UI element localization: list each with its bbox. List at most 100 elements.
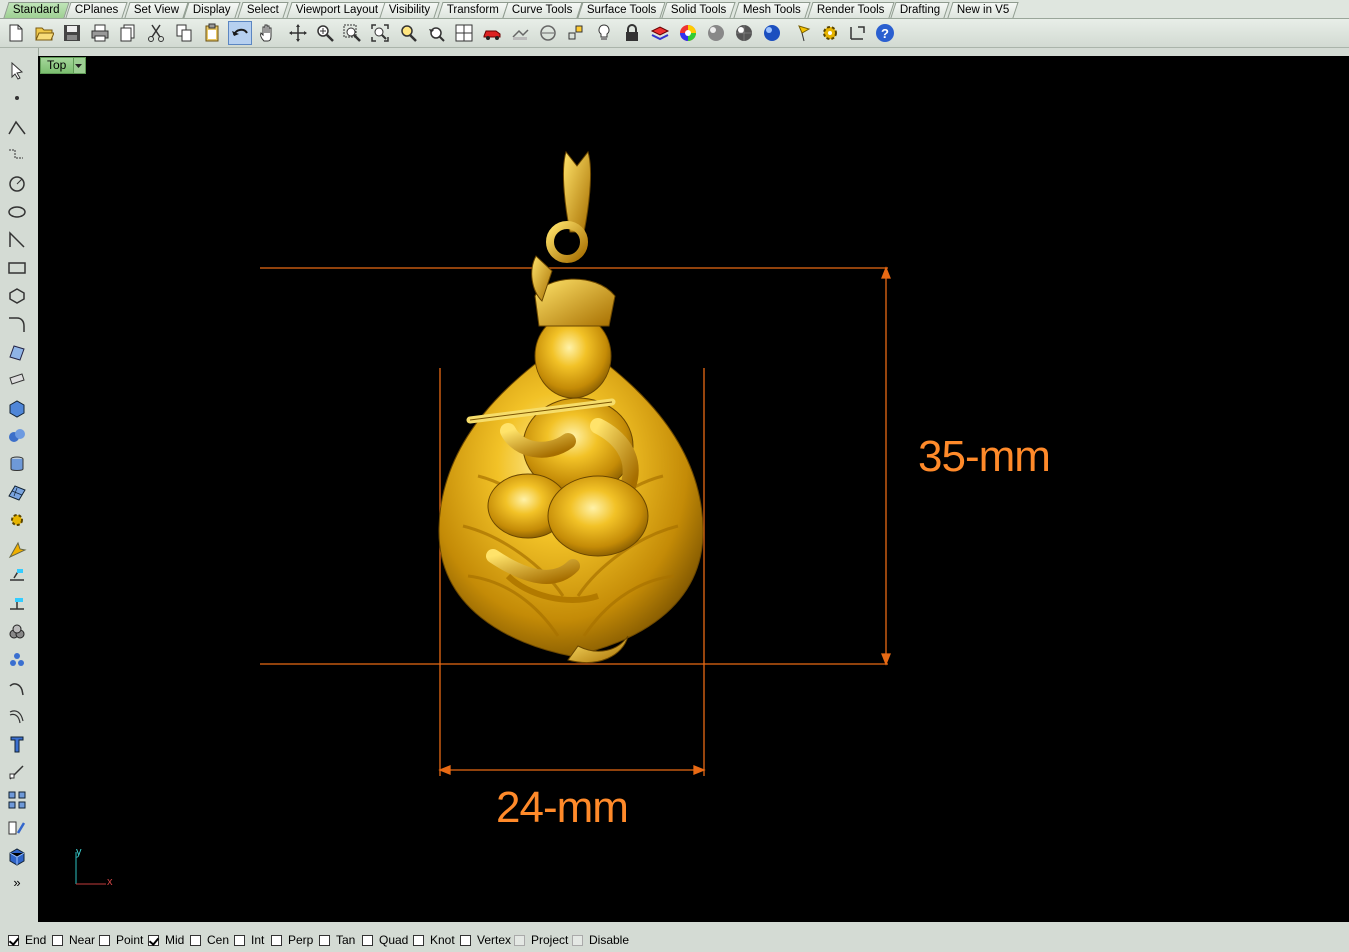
cut-icon[interactable] bbox=[144, 21, 168, 45]
polyline-icon[interactable] bbox=[5, 116, 29, 140]
osnap-tan[interactable]: Tan bbox=[319, 932, 355, 948]
tab-set-view[interactable]: Set View bbox=[124, 2, 189, 18]
color-wheel-icon[interactable] bbox=[676, 21, 700, 45]
copy-icon[interactable] bbox=[172, 21, 196, 45]
tab-cplanes[interactable]: CPlanes bbox=[65, 2, 129, 18]
edit-icon[interactable] bbox=[5, 816, 29, 840]
osnap-mid[interactable]: Mid bbox=[148, 932, 184, 948]
tab-drafting[interactable]: Drafting bbox=[890, 2, 950, 18]
osnap-end[interactable]: End bbox=[8, 932, 46, 948]
osnap-project[interactable]: Project bbox=[514, 932, 568, 948]
zoom-icon[interactable] bbox=[313, 21, 337, 45]
boolean-union-icon[interactable] bbox=[5, 424, 29, 448]
zoom-window-icon[interactable] bbox=[340, 21, 364, 45]
osnap-point[interactable]: Point bbox=[99, 932, 143, 948]
properties-icon[interactable] bbox=[508, 21, 532, 45]
rotate-view-icon[interactable] bbox=[286, 21, 310, 45]
osnap-end-checkbox[interactable] bbox=[8, 934, 19, 946]
explode-icon[interactable] bbox=[5, 648, 29, 672]
osnap-cen[interactable]: Cen bbox=[190, 932, 229, 948]
flag-icon[interactable] bbox=[792, 21, 816, 45]
transform-icon[interactable] bbox=[5, 538, 29, 562]
tab-render-tools[interactable]: Render Tools bbox=[807, 2, 895, 18]
circle-icon[interactable] bbox=[5, 172, 29, 196]
polygon-icon[interactable] bbox=[5, 284, 29, 308]
layer-icon[interactable] bbox=[648, 21, 672, 45]
arc-icon[interactable] bbox=[5, 228, 29, 252]
osnap-quad-checkbox[interactable] bbox=[362, 934, 373, 946]
paste-icon[interactable] bbox=[200, 21, 224, 45]
osnap-vertex-checkbox[interactable] bbox=[460, 934, 471, 946]
four-viewports-icon[interactable] bbox=[452, 21, 476, 45]
tab-display[interactable]: Display bbox=[183, 2, 241, 18]
point-icon[interactable] bbox=[564, 21, 588, 45]
pan-hand-icon[interactable] bbox=[256, 21, 280, 45]
split-icon[interactable] bbox=[5, 564, 29, 588]
new-file-icon[interactable] bbox=[4, 21, 28, 45]
open-folder-icon[interactable] bbox=[32, 21, 56, 45]
undo-icon[interactable] bbox=[228, 21, 252, 45]
tab-visibility[interactable]: Visibility bbox=[379, 2, 440, 18]
save-icon[interactable] bbox=[60, 21, 84, 45]
ellipse-icon[interactable] bbox=[5, 200, 29, 224]
osnap-tan-checkbox[interactable] bbox=[319, 934, 330, 946]
tab-standard[interactable]: Standard bbox=[3, 2, 70, 18]
tab-mesh-tools[interactable]: Mesh Tools bbox=[733, 2, 811, 18]
zoom-extents-icon[interactable] bbox=[368, 21, 392, 45]
print-icon[interactable] bbox=[88, 21, 112, 45]
tab-new-in-v5[interactable]: New in V5 bbox=[947, 2, 1020, 18]
viewport-menu-button[interactable] bbox=[73, 58, 85, 73]
help-icon[interactable]: ? bbox=[873, 21, 897, 45]
osnap-perp[interactable]: Perp bbox=[271, 932, 313, 948]
osnap-point-checkbox[interactable] bbox=[99, 934, 110, 946]
tab-curve-tools[interactable]: Curve Tools bbox=[502, 2, 583, 18]
mesh-icon[interactable] bbox=[5, 480, 29, 504]
dimension-icon[interactable] bbox=[846, 21, 870, 45]
viewport-title-tab[interactable]: Top bbox=[40, 57, 86, 74]
fillet-icon[interactable] bbox=[5, 312, 29, 336]
box-icon[interactable] bbox=[5, 396, 29, 420]
group-icon[interactable] bbox=[5, 620, 29, 644]
osnap-knot-checkbox[interactable] bbox=[413, 934, 424, 946]
blue-sphere-icon[interactable] bbox=[760, 21, 784, 45]
osnap-project-checkbox[interactable] bbox=[514, 934, 525, 946]
osnap-cen-checkbox[interactable] bbox=[190, 934, 201, 946]
join-curve-icon[interactable] bbox=[5, 676, 29, 700]
tab-viewport-layout[interactable]: Viewport Layout bbox=[286, 2, 388, 18]
rectangle-icon[interactable] bbox=[5, 256, 29, 280]
tab-solid-tools[interactable]: Solid Tools bbox=[661, 2, 737, 18]
snap-move-icon[interactable] bbox=[5, 760, 29, 784]
gear-tool-icon[interactable] bbox=[5, 508, 29, 532]
osnap-knot[interactable]: Knot bbox=[413, 932, 455, 948]
zoom-selected-icon[interactable] bbox=[396, 21, 420, 45]
top-viewport[interactable]: y x bbox=[38, 56, 1349, 922]
lock-icon[interactable] bbox=[620, 21, 644, 45]
osnap-disable[interactable]: Disable bbox=[572, 932, 629, 948]
render-sphere-icon[interactable] bbox=[732, 21, 756, 45]
tab-surface-tools[interactable]: Surface Tools bbox=[577, 2, 667, 18]
osnap-near-checkbox[interactable] bbox=[52, 934, 63, 946]
solid-box-icon[interactable] bbox=[5, 844, 29, 868]
shade-icon[interactable] bbox=[704, 21, 728, 45]
expand-toolbar-icon[interactable]: » bbox=[5, 870, 29, 894]
tab-transform[interactable]: Transform bbox=[437, 2, 509, 18]
osnap-near[interactable]: Near bbox=[52, 932, 95, 948]
point-tool-icon[interactable] bbox=[5, 86, 29, 110]
curve-icon[interactable] bbox=[5, 144, 29, 168]
offset-icon[interactable] bbox=[5, 704, 29, 728]
osnap-mid-checkbox[interactable] bbox=[148, 934, 159, 946]
osnap-int-checkbox[interactable] bbox=[234, 934, 245, 946]
car-icon[interactable] bbox=[480, 21, 504, 45]
tab-select[interactable]: Select bbox=[237, 2, 289, 18]
text-icon[interactable] bbox=[5, 732, 29, 756]
light-icon[interactable] bbox=[592, 21, 616, 45]
cylinder-icon[interactable] bbox=[5, 452, 29, 476]
extrude-icon[interactable] bbox=[5, 368, 29, 392]
select-arrow-icon[interactable] bbox=[5, 58, 29, 82]
surface-corner-icon[interactable] bbox=[5, 340, 29, 364]
osnap-perp-checkbox[interactable] bbox=[271, 934, 282, 946]
gear-icon[interactable] bbox=[818, 21, 842, 45]
cplane-icon[interactable] bbox=[536, 21, 560, 45]
trim-icon[interactable] bbox=[5, 592, 29, 616]
osnap-int[interactable]: Int bbox=[234, 932, 264, 948]
